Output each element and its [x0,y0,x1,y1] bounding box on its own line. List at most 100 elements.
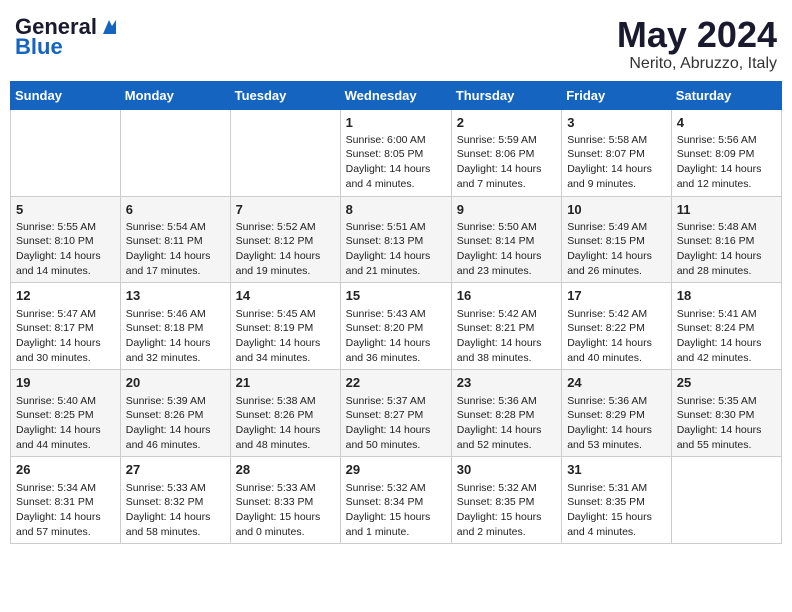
day-number: 24 [567,374,666,392]
day-number: 22 [346,374,446,392]
cell-content: Sunrise: 5:38 AM Sunset: 8:26 PM Dayligh… [236,394,335,453]
day-number: 2 [457,114,556,132]
day-number: 31 [567,461,666,479]
day-number: 11 [677,201,776,219]
logo-blue: Blue [15,35,63,59]
day-number: 25 [677,374,776,392]
days-header-row: SundayMondayTuesdayWednesdayThursdayFrid… [11,81,782,109]
cell-content: Sunrise: 5:52 AM Sunset: 8:12 PM Dayligh… [236,220,335,279]
day-number: 30 [457,461,556,479]
day-number: 20 [126,374,225,392]
cell-content: Sunrise: 5:47 AM Sunset: 8:17 PM Dayligh… [16,307,115,366]
cell-content: Sunrise: 5:58 AM Sunset: 8:07 PM Dayligh… [567,133,666,192]
day-number: 8 [346,201,446,219]
cell-content: Sunrise: 5:41 AM Sunset: 8:24 PM Dayligh… [677,307,776,366]
day-number: 7 [236,201,335,219]
calendar-cell: 29Sunrise: 5:32 AM Sunset: 8:34 PM Dayli… [340,457,451,544]
day-number: 12 [16,287,115,305]
week-row-5: 26 Sunrise: 5:34 AM Sunset: 8:31 PM Dayli… [11,457,782,544]
calendar-cell: 30 Sunrise: 5:32 AM Sunset: 8:35 PM Dayli… [451,457,561,544]
calendar-cell: 17Sunrise: 5:42 AM Sunset: 8:22 PM Dayli… [562,283,672,370]
cell-content: Sunrise: 5:32 AM Sunset: 8:35 PM Dayligh… [457,481,556,540]
day-header-monday: Monday [120,81,230,109]
calendar-cell: 18 Sunrise: 5:41 AM Sunset: 8:24 PM Dayli… [671,283,781,370]
calendar-cell: 10Sunrise: 5:49 AM Sunset: 8:15 PM Dayli… [562,196,672,283]
day-number: 15 [346,287,446,305]
day-number: 6 [126,201,225,219]
cell-content: Sunrise: 5:32 AM Sunset: 8:34 PM Dayligh… [346,481,446,540]
calendar-cell: 28Sunrise: 5:33 AM Sunset: 8:33 PM Dayli… [230,457,340,544]
week-row-3: 12 Sunrise: 5:47 AM Sunset: 8:17 PM Dayli… [11,283,782,370]
cell-content: Sunrise: 5:31 AM Sunset: 8:35 PM Dayligh… [567,481,666,540]
cell-content: Sunrise: 5:56 AM Sunset: 8:09 PM Dayligh… [677,133,776,192]
day-number: 5 [16,201,115,219]
day-header-friday: Friday [562,81,672,109]
cell-content: Sunrise: 5:50 AM Sunset: 8:14 PM Dayligh… [457,220,556,279]
calendar-cell: 13 Sunrise: 5:46 AM Sunset: 8:18 PM Dayli… [120,283,230,370]
day-number: 3 [567,114,666,132]
cell-content: Sunrise: 5:36 AM Sunset: 8:28 PM Dayligh… [457,394,556,453]
cell-content: Sunrise: 5:48 AM Sunset: 8:16 PM Dayligh… [677,220,776,279]
logo-icon [97,16,119,38]
calendar-cell: 27 Sunrise: 5:33 AM Sunset: 8:32 PM Dayli… [120,457,230,544]
calendar-cell: 24 Sunrise: 5:36 AM Sunset: 8:29 PM Dayli… [562,370,672,457]
cell-content: Sunrise: 5:42 AM Sunset: 8:21 PM Dayligh… [457,307,556,366]
cell-content: Sunrise: 5:33 AM Sunset: 8:32 PM Dayligh… [126,481,225,540]
calendar-cell: 3Sunrise: 5:58 AM Sunset: 8:07 PM Daylig… [562,109,672,196]
cell-content: Sunrise: 5:34 AM Sunset: 8:31 PM Dayligh… [16,481,115,540]
day-number: 10 [567,201,666,219]
day-number: 26 [16,461,115,479]
week-row-2: 5Sunrise: 5:55 AM Sunset: 8:10 PM Daylig… [11,196,782,283]
calendar-table: SundayMondayTuesdayWednesdayThursdayFrid… [10,81,782,545]
day-number: 16 [457,287,556,305]
day-header-sunday: Sunday [11,81,121,109]
day-number: 14 [236,287,335,305]
day-header-saturday: Saturday [671,81,781,109]
cell-content: Sunrise: 5:36 AM Sunset: 8:29 PM Dayligh… [567,394,666,453]
day-number: 19 [16,374,115,392]
calendar-cell: 25 Sunrise: 5:35 AM Sunset: 8:30 PM Dayli… [671,370,781,457]
day-number: 17 [567,287,666,305]
calendar-cell: 12 Sunrise: 5:47 AM Sunset: 8:17 PM Dayli… [11,283,121,370]
calendar-cell: 22 Sunrise: 5:37 AM Sunset: 8:27 PM Dayli… [340,370,451,457]
cell-content: Sunrise: 5:49 AM Sunset: 8:15 PM Dayligh… [567,220,666,279]
cell-content: Sunrise: 5:35 AM Sunset: 8:30 PM Dayligh… [677,394,776,453]
location-subtitle: Nerito, Abruzzo, Italy [617,55,777,73]
cell-content: Sunrise: 5:54 AM Sunset: 8:11 PM Dayligh… [126,220,225,279]
calendar-cell: 31 Sunrise: 5:31 AM Sunset: 8:35 PM Dayli… [562,457,672,544]
logo: General Blue [15,15,119,59]
calendar-cell [120,109,230,196]
week-row-4: 19 Sunrise: 5:40 AM Sunset: 8:25 PM Dayli… [11,370,782,457]
day-number: 4 [677,114,776,132]
month-title: May 2024 [617,15,777,55]
cell-content: Sunrise: 5:46 AM Sunset: 8:18 PM Dayligh… [126,307,225,366]
page-header: General Blue May 2024 Nerito, Abruzzo, I… [10,10,782,73]
day-number: 21 [236,374,335,392]
calendar-cell [671,457,781,544]
calendar-cell: 11Sunrise: 5:48 AM Sunset: 8:16 PM Dayli… [671,196,781,283]
day-number: 13 [126,287,225,305]
day-header-tuesday: Tuesday [230,81,340,109]
day-number: 27 [126,461,225,479]
calendar-cell: 1Sunrise: 6:00 AM Sunset: 8:05 PM Daylig… [340,109,451,196]
cell-content: Sunrise: 5:45 AM Sunset: 8:19 PM Dayligh… [236,307,335,366]
calendar-cell: 19 Sunrise: 5:40 AM Sunset: 8:25 PM Dayli… [11,370,121,457]
calendar-cell: 6Sunrise: 5:54 AM Sunset: 8:11 PM Daylig… [120,196,230,283]
calendar-cell: 26 Sunrise: 5:34 AM Sunset: 8:31 PM Dayli… [11,457,121,544]
cell-content: Sunrise: 5:37 AM Sunset: 8:27 PM Dayligh… [346,394,446,453]
cell-content: Sunrise: 6:00 AM Sunset: 8:05 PM Dayligh… [346,133,446,192]
cell-content: Sunrise: 5:51 AM Sunset: 8:13 PM Dayligh… [346,220,446,279]
cell-content: Sunrise: 5:40 AM Sunset: 8:25 PM Dayligh… [16,394,115,453]
calendar-cell: 4Sunrise: 5:56 AM Sunset: 8:09 PM Daylig… [671,109,781,196]
day-number: 1 [346,114,446,132]
calendar-cell: 15 Sunrise: 5:43 AM Sunset: 8:20 PM Dayli… [340,283,451,370]
day-number: 28 [236,461,335,479]
calendar-cell: 5Sunrise: 5:55 AM Sunset: 8:10 PM Daylig… [11,196,121,283]
calendar-cell: 23 Sunrise: 5:36 AM Sunset: 8:28 PM Dayli… [451,370,561,457]
day-number: 18 [677,287,776,305]
day-header-thursday: Thursday [451,81,561,109]
cell-content: Sunrise: 5:55 AM Sunset: 8:10 PM Dayligh… [16,220,115,279]
calendar-cell [230,109,340,196]
day-number: 23 [457,374,556,392]
cell-content: Sunrise: 5:43 AM Sunset: 8:20 PM Dayligh… [346,307,446,366]
